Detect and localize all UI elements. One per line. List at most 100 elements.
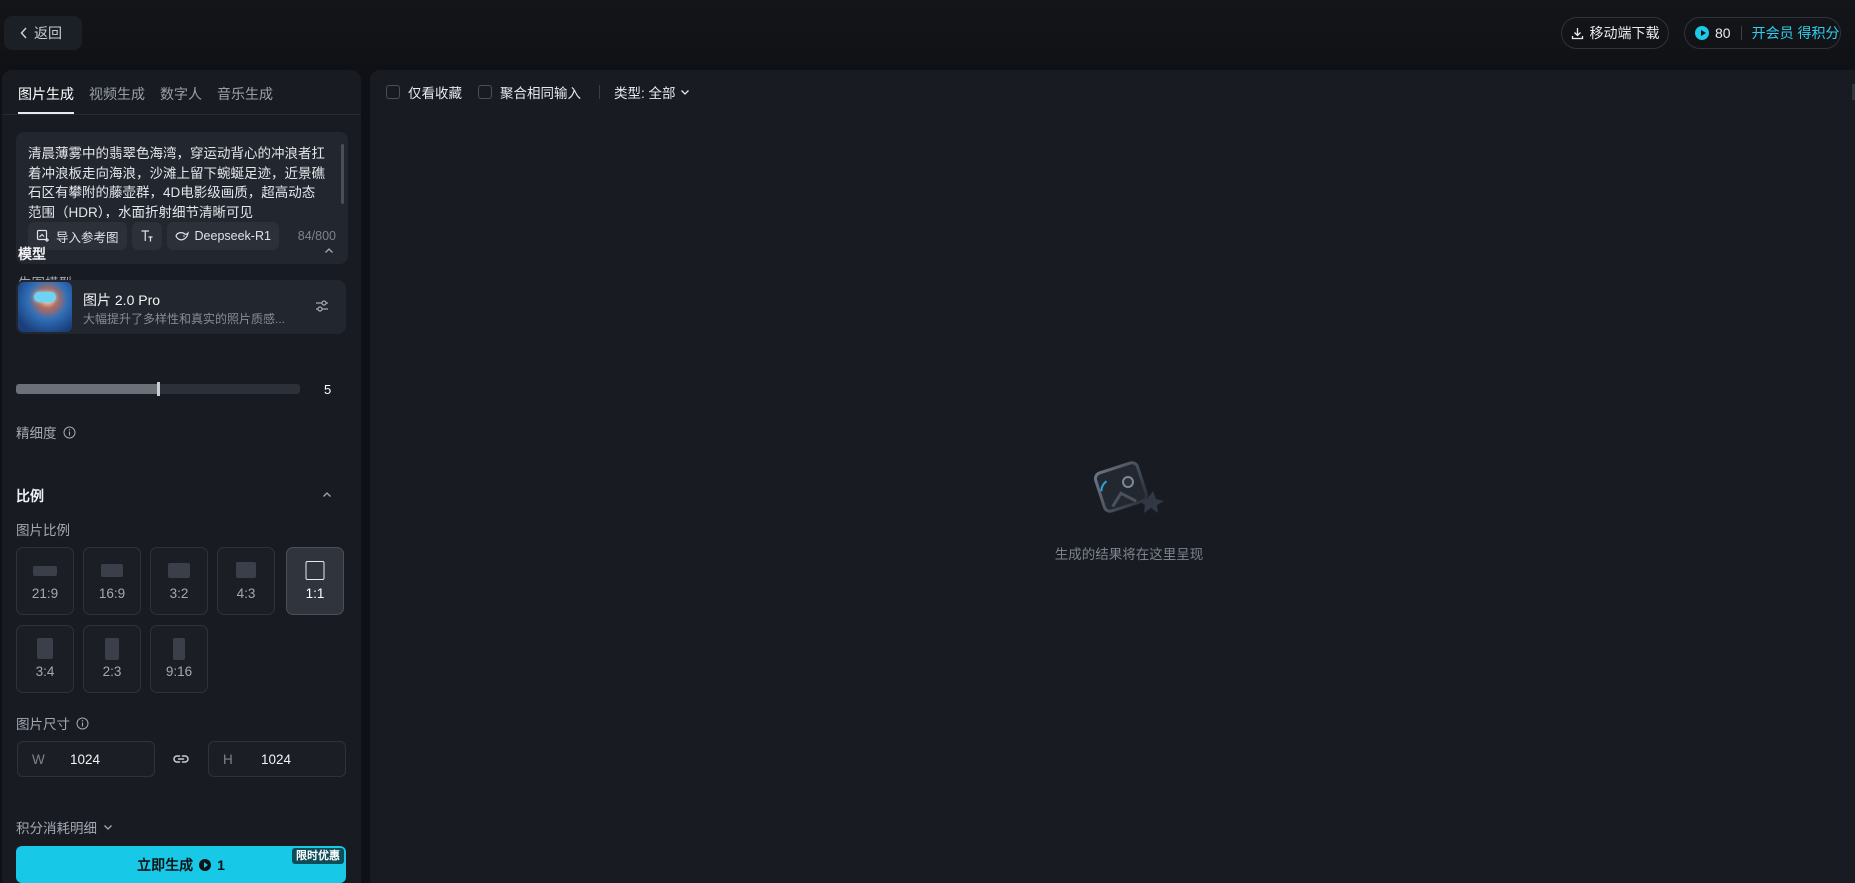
generate-button[interactable]: 立即生成 1 限时优惠 [16,846,346,883]
ratio-label: 9:16 [165,664,193,679]
ratio-label: 2:3 [102,664,122,679]
model-thumbnail [18,282,72,332]
points-coin-icon [199,858,212,871]
ratio-3-2-shape [168,563,190,578]
promo-badge: 限时优惠 [292,848,344,864]
import-reference-label: 导入参考图 [56,230,119,245]
merge-checkbox[interactable] [478,85,492,99]
type-dropdown-label: 类型: 全部 [614,86,676,101]
merge-label[interactable]: 聚合相同输入 [500,82,581,102]
fineness-slider-handle[interactable] [157,382,160,396]
width-prefix: W [32,751,45,767]
ratio-option-2-3[interactable]: 2:3 [83,625,141,693]
height-value[interactable]: 1024 [261,752,291,767]
favorites-label[interactable]: 仅看收藏 [408,82,462,102]
prompt-box[interactable]: 清晨薄雾中的翡翠色海湾，穿运动背心的冲浪者扛着冲浪板走向海浪，沙滩上留下蜿蜒足迹… [16,132,348,264]
deepseek-r1-button[interactable]: Deepseek-R1 [166,222,279,250]
empty-state-text: 生成的结果将在这里呈现 [1054,547,1204,562]
height-field[interactable]: H 1024 [208,741,346,777]
chevron-down-icon [104,825,112,830]
fineness-slider-fill [16,384,158,394]
ratio-option-3-4[interactable]: 3:4 [16,625,74,693]
ratio-option-1-1[interactable]: 1:1 [286,547,344,615]
top-bar: 返回 移动端下载 80 开会员 得积分 [0,0,1855,64]
tabs-divider [2,114,361,115]
size-label-row: 图片尺寸 [16,713,89,733]
char-count: 84/800 [297,229,336,243]
image-import-icon [36,229,49,242]
back-label: 返回 [34,25,62,41]
chevron-left-icon [20,27,27,39]
ratio-label: 4:3 [236,586,256,601]
generate-label: 立即生成 [137,856,194,873]
ratio-option-16-9[interactable]: 16:9 [83,547,141,615]
empty-image-icon [1093,461,1164,513]
link-icon[interactable] [172,750,190,768]
back-button[interactable]: 返回 [4,16,82,50]
model-description: 大幅提升了多样性和真实的照片质感... [83,312,286,326]
info-icon[interactable] [63,426,76,439]
ratio-label: 3:4 [35,664,55,679]
model-section-title: 模型 [18,246,46,262]
download-icon [1571,27,1583,39]
ratio-section-title: 比例 [16,488,44,504]
ratio-1-1-shape [305,561,325,580]
chevron-down-icon [680,90,689,95]
prompt-toolbar: 导入参考图 Deepseek-R1 [28,222,279,250]
cost-detail-toggle[interactable]: 积分消耗明细 [16,817,113,837]
fineness-value: 5 [324,382,332,397]
deepseek-label: Deepseek-R1 [194,229,271,243]
points-value: 80 [1715,25,1731,41]
type-dropdown[interactable]: 类型: 全部 [614,82,690,102]
height-prefix: H [223,751,233,767]
chevron-up-icon[interactable] [322,490,332,500]
fineness-slider[interactable] [16,382,300,396]
ratio-sub-label: 图片比例 [16,523,70,538]
points-coin-icon [1695,26,1709,40]
ratio-label: 21:9 [31,586,59,601]
points-pill[interactable]: 80 开会员 得积分 [1684,17,1841,49]
prompt-input[interactable]: 清晨薄雾中的翡翠色海湾，穿运动背心的冲浪者扛着冲浪板走向海浪，沙滩上留下蜿蜒足迹… [28,144,328,218]
model-name: 图片 2.0 Pro [83,292,161,308]
tab-video-generation[interactable]: 视频生成 [89,70,145,114]
ratio-option-21-9[interactable]: 21:9 [16,547,74,615]
ratio-16-9-shape [101,564,123,577]
tab-image-generation[interactable]: 图片生成 [18,70,74,114]
ratio-label: 3:2 [169,586,189,601]
ratio-option-9-16[interactable]: 9:16 [150,625,208,693]
ratio-4-3-shape [236,562,256,578]
ratio-option-3-2[interactable]: 3:2 [150,547,208,615]
chevron-up-icon[interactable] [324,246,334,256]
filter-divider [599,85,600,99]
text-format-button[interactable] [131,222,162,250]
whale-icon [174,231,189,241]
generation-tabs: 图片生成 视频生成 数字人 音乐生成 [18,70,273,114]
mobile-download-button[interactable]: 移动端下载 [1561,17,1669,49]
model-selector-card[interactable]: 图片 2.0 Pro 大幅提升了多样性和真实的照片质感... [16,280,346,334]
ratio-21-9-shape [33,566,57,576]
tab-music-generation[interactable]: 音乐生成 [217,70,273,114]
width-field[interactable]: W 1024 [17,741,155,777]
prompt-scrollbar[interactable] [341,144,344,204]
text-format-icon [141,230,153,242]
ratio-9-16-shape [173,638,185,660]
ratio-2-3-shape [105,638,119,660]
vip-link[interactable]: 开会员 得积分 [1752,23,1840,43]
settings-sliders-icon[interactable] [314,298,330,314]
fineness-label-row: 精细度 [16,422,76,442]
tab-digital-human[interactable]: 数字人 [160,70,202,114]
ratio-label: 16:9 [98,586,126,601]
cost-detail-label: 积分消耗明细 [16,821,97,836]
width-value[interactable]: 1024 [70,752,100,767]
size-label: 图片尺寸 [16,717,70,732]
download-label: 移动端下载 [1589,25,1660,41]
generate-cost: 1 [217,856,225,873]
filter-bar: 仅看收藏 聚合相同输入 类型: 全部 [386,82,690,102]
fineness-label: 精细度 [16,426,57,441]
ratio-option-4-3[interactable]: 4:3 [217,547,275,615]
empty-state: 生成的结果将在这里呈现 [1054,455,1204,563]
info-icon[interactable] [76,717,89,730]
favorites-checkbox[interactable] [386,85,400,99]
ratio-label: 1:1 [305,586,325,601]
pill-divider [1740,26,1742,40]
